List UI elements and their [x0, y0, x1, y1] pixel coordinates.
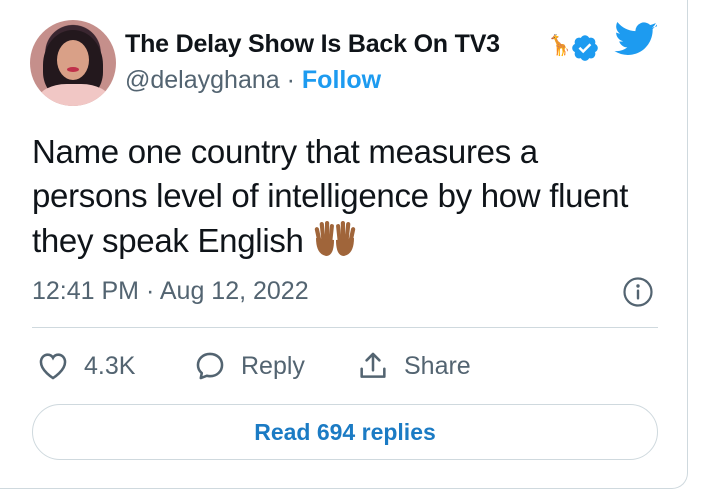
info-icon[interactable]: [622, 276, 654, 308]
verified-badge-icon: [572, 35, 598, 61]
tweet-date: Aug 12, 2022: [159, 277, 309, 305]
twitter-logo-icon[interactable]: [614, 22, 658, 58]
like-button[interactable]: 4.3K: [36, 348, 135, 384]
share-upload-icon: [360, 352, 386, 378]
tweet-timestamp[interactable]: 12:41 PM · Aug 12, 2022: [32, 277, 309, 306]
tweet-time: 12:41 PM: [32, 277, 140, 305]
tweet-card: The Delay Show Is Back On TV3 🦒 @delaygh…: [0, 0, 688, 489]
reply-label: Reply: [241, 351, 305, 380]
like-count: 4.3K: [84, 351, 136, 380]
reply-bubble-icon: [196, 352, 224, 380]
heart-icon: [39, 353, 67, 380]
author-handle[interactable]: @delayghana: [125, 66, 280, 94]
giraffe-emoji-icon: 🦒: [547, 35, 572, 57]
handle-separator: ·: [286, 66, 295, 94]
share-label: Share: [404, 351, 471, 380]
timestamp-separator: ·: [145, 277, 155, 305]
read-replies-button[interactable]: Read 694 replies: [32, 404, 658, 460]
author-display-name[interactable]: The Delay Show Is Back On TV3: [125, 30, 500, 59]
author-handle-row: @delayghana · Follow: [125, 66, 381, 95]
share-button[interactable]: Share: [356, 348, 471, 384]
divider: [32, 327, 658, 328]
follow-button[interactable]: Follow: [302, 66, 381, 94]
avatar[interactable]: [30, 20, 116, 106]
reply-button[interactable]: Reply: [193, 348, 305, 384]
raising-hands-icon: [315, 221, 356, 256]
tweet-text: Name one country that measures a persons…: [32, 130, 652, 263]
read-replies-label: Read 694 replies: [254, 418, 436, 445]
